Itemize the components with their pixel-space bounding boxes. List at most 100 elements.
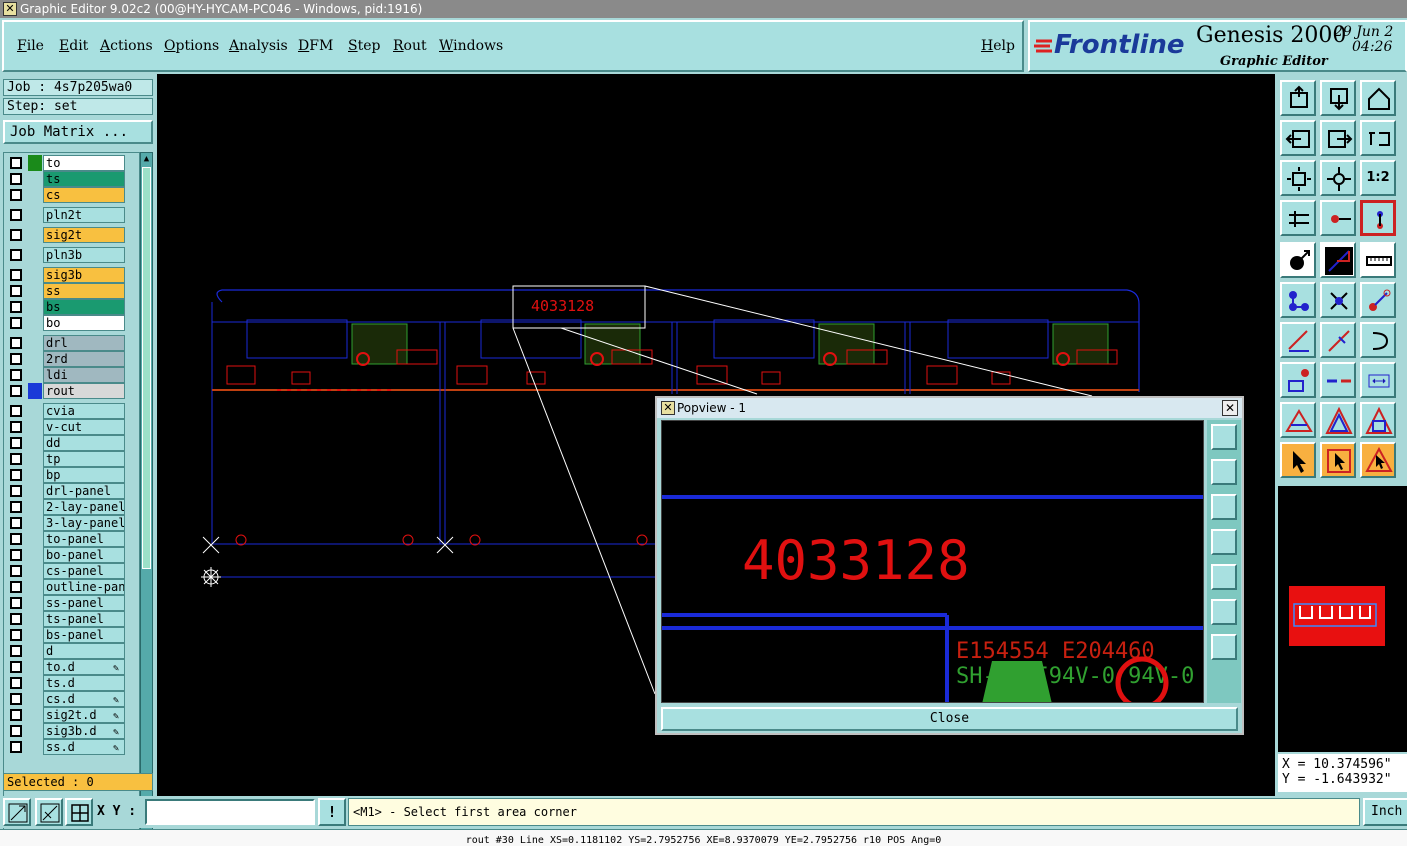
snap-icon[interactable]: [3, 798, 31, 826]
menu-file[interactable]: File: [17, 38, 44, 54]
layer-row[interactable]: sig3b: [4, 267, 139, 283]
layer-row[interactable]: ldi: [4, 367, 139, 383]
layer-name[interactable]: pln2t: [43, 207, 125, 223]
layer-name[interactable]: bs-panel: [43, 627, 125, 643]
pan-right-icon[interactable]: [1320, 120, 1356, 156]
layer-name[interactable]: drl: [43, 335, 125, 351]
popview-zoom-fit-icon[interactable]: [1211, 424, 1237, 450]
menu-windows[interactable]: Windows: [439, 38, 503, 54]
layer-row[interactable]: bs-panel: [4, 627, 139, 643]
layer-name[interactable]: ts: [43, 171, 125, 187]
layer-name[interactable]: bo-panel: [43, 547, 125, 563]
menu-step[interactable]: Step: [348, 38, 380, 54]
layer-checkbox[interactable]: [10, 581, 22, 593]
layer-name[interactable]: ss.d ✎: [43, 739, 125, 755]
layer-name[interactable]: cs.d ✎: [43, 691, 125, 707]
layer-name[interactable]: sig2t: [43, 227, 125, 243]
layer-row[interactable]: to: [4, 155, 139, 171]
layer-row[interactable]: bo: [4, 315, 139, 331]
layer-row[interactable]: dd: [4, 435, 139, 451]
layer-checkbox[interactable]: [10, 517, 22, 529]
layer-row[interactable]: ss-panel: [4, 595, 139, 611]
layer-checkbox[interactable]: [10, 693, 22, 705]
scroll-thumb[interactable]: [142, 167, 151, 569]
layer-name[interactable]: sig2t.d ✎: [43, 707, 125, 723]
layer-checkbox[interactable]: [10, 301, 22, 313]
layer-row[interactable]: 3-lay-panel: [4, 515, 139, 531]
menu-help[interactable]: Help: [981, 38, 1015, 54]
layer-checkbox[interactable]: [10, 229, 22, 241]
menu-dfm[interactable]: DFM: [298, 38, 333, 54]
layer-row[interactable]: to-panel: [4, 531, 139, 547]
layer-checkbox[interactable]: [10, 709, 22, 721]
layer-row[interactable]: bs: [4, 299, 139, 315]
popview-pan-left-icon[interactable]: [1211, 529, 1237, 555]
zoom-fit-icon[interactable]: [1280, 160, 1316, 196]
triangle-fill-icon[interactable]: [1360, 402, 1396, 438]
layer-checkbox[interactable]: [10, 677, 22, 689]
layer-checkbox[interactable]: [10, 501, 22, 513]
layer-row[interactable]: ts-panel: [4, 611, 139, 627]
layer-row[interactable]: drl-panel: [4, 483, 139, 499]
layer-name[interactable]: ss: [43, 283, 125, 299]
layer-checkbox[interactable]: [10, 725, 22, 737]
popview-pan-down-icon[interactable]: [1211, 494, 1237, 520]
layer-row[interactable]: bp: [4, 467, 139, 483]
layer-name[interactable]: ss-panel: [43, 595, 125, 611]
layer-checkbox[interactable]: [10, 421, 22, 433]
layer-checkbox[interactable]: [10, 645, 22, 657]
layer-name[interactable]: 2-lay-panel: [43, 499, 125, 515]
layer-checkbox[interactable]: [10, 613, 22, 625]
layer-checkbox[interactable]: [10, 437, 22, 449]
layer-checkbox[interactable]: [10, 317, 22, 329]
exclamation-icon[interactable]: !: [318, 798, 346, 826]
arc-icon[interactable]: [1360, 322, 1396, 358]
layer-list-scrollbar[interactable]: ▲ ▼: [140, 152, 153, 844]
layer-checkbox[interactable]: [10, 661, 22, 673]
layer-name[interactable]: sig3b: [43, 267, 125, 283]
netlist-icon[interactable]: [1360, 200, 1396, 236]
layer-row[interactable]: drl: [4, 335, 139, 351]
ruler-icon[interactable]: [1360, 242, 1396, 278]
layer-row[interactable]: d: [4, 643, 139, 659]
layer-checkbox[interactable]: [10, 405, 22, 417]
menu-options[interactable]: Options: [164, 38, 219, 54]
layer-name[interactable]: ts-panel: [43, 611, 125, 627]
layer-name[interactable]: ldi: [43, 367, 125, 383]
pan-left-icon[interactable]: [1280, 120, 1316, 156]
triangle-double-icon[interactable]: [1320, 402, 1356, 438]
layer-row[interactable]: sig2t: [4, 227, 139, 243]
popview-pan-up-icon[interactable]: [1211, 459, 1237, 485]
scroll-up-arrow-icon[interactable]: ▲: [141, 153, 152, 165]
layer-name[interactable]: cs-panel: [43, 563, 125, 579]
layer-name[interactable]: bp: [43, 467, 125, 483]
layer-checkbox[interactable]: [10, 597, 22, 609]
layer-name[interactable]: ts.d: [43, 675, 125, 691]
layer-name[interactable]: d: [43, 643, 125, 659]
layer-name[interactable]: outline-panel: [43, 579, 125, 595]
layer-checkbox[interactable]: [10, 269, 22, 281]
layer-checkbox[interactable]: [10, 469, 22, 481]
line-draw-icon[interactable]: [1320, 322, 1356, 358]
delete-x-icon[interactable]: [1320, 282, 1356, 318]
layer-row[interactable]: to.d ✎: [4, 659, 139, 675]
rotate-view-icon[interactable]: [1360, 120, 1396, 156]
layer-row[interactable]: cvia: [4, 403, 139, 419]
layer-checkbox[interactable]: [10, 533, 22, 545]
layer-row[interactable]: 2-lay-panel: [4, 499, 139, 515]
layer-name[interactable]: 3-lay-panel: [43, 515, 125, 531]
layer-checkbox[interactable]: [10, 337, 22, 349]
popview-zoom-out-icon[interactable]: [1211, 634, 1237, 660]
layer-name[interactable]: rout: [43, 383, 125, 399]
close-icon[interactable]: ✕: [1222, 400, 1238, 416]
xy-input[interactable]: [145, 799, 315, 825]
overview-map[interactable]: [1278, 486, 1407, 752]
grid-icon[interactable]: [65, 798, 93, 826]
split-line-icon[interactable]: [1320, 362, 1356, 398]
select-box-icon[interactable]: [1320, 442, 1356, 478]
layer-name[interactable]: to: [43, 155, 125, 171]
menu-edit[interactable]: Edit: [59, 38, 88, 54]
layer-name[interactable]: v-cut: [43, 419, 125, 435]
popview-viewport[interactable]: 4033128 E154554 E204460 SH-MUII94V-0 94V…: [661, 420, 1204, 703]
units-button[interactable]: Inch: [1363, 798, 1407, 826]
